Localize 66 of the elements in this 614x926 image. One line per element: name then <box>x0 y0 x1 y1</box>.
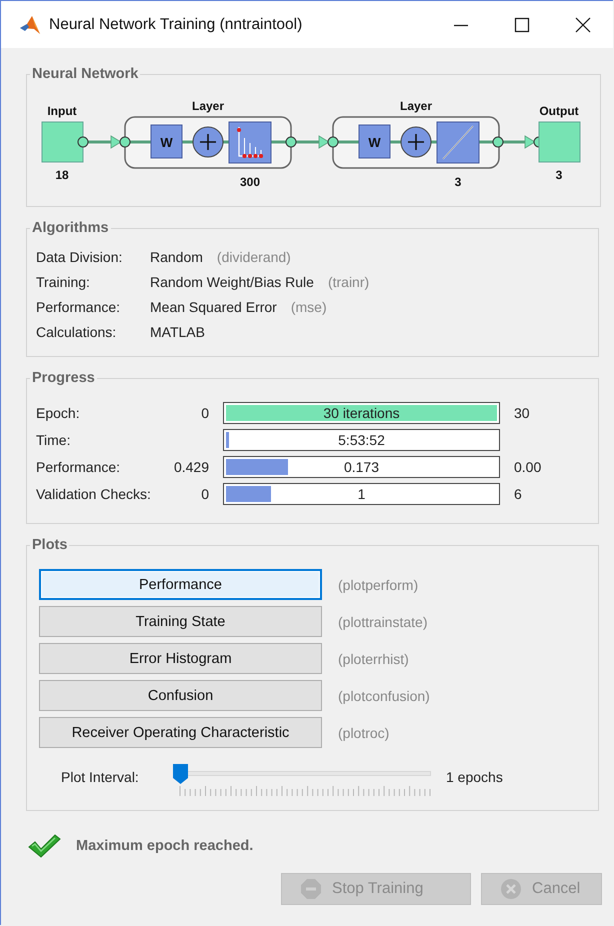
check-icon <box>27 833 61 859</box>
slider-thumb[interactable] <box>173 764 188 784</box>
input-node <box>42 122 84 162</box>
output-node <box>538 122 580 162</box>
layer-size: 3 <box>454 175 462 189</box>
group-title: Algorithms <box>31 220 110 236</box>
field-value: Random <box>150 249 203 265</box>
slider-reading: 1 epochs <box>446 769 503 785</box>
close-icon[interactable] <box>574 16 590 32</box>
field-label: Calculations: <box>36 323 118 342</box>
logo-icon <box>19 14 41 36</box>
status-message: Maximum epoch reached. <box>76 838 254 854</box>
field-label: Training: <box>36 273 91 292</box>
progress-value: 30 iterations <box>323 405 400 421</box>
group-title: Progress <box>31 370 96 386</box>
cancel-icon <box>500 878 522 900</box>
progress-value: 5:53:52 <box>338 432 385 448</box>
end-value: 0.00 <box>513 459 542 475</box>
progress-value: 0.173 <box>344 459 380 475</box>
group-title: Neural Network <box>31 66 140 82</box>
window-title: Neural Network Training (nntraintool) <box>49 16 304 34</box>
weight-block: W <box>150 124 182 158</box>
progress-label: Time: <box>36 432 72 448</box>
end-value: 6 <box>513 486 523 502</box>
plot-button[interactable]: Receiver Operating Characteristic <box>39 717 322 748</box>
function-name: (plottrainstate) <box>338 614 428 630</box>
output-size: 3 <box>556 168 562 182</box>
sum-icon <box>192 126 224 158</box>
plot-button[interactable]: Training State <box>39 606 322 637</box>
plot-button[interactable]: Performance <box>39 569 322 600</box>
input-label: Input <box>47 104 77 118</box>
progress-value: 1 <box>358 486 366 502</box>
field-label: Data Division: <box>36 248 124 267</box>
sum-icon <box>400 126 432 158</box>
input-size: 18 <box>55 168 69 182</box>
start-value: 0 <box>200 405 210 421</box>
field-value: Mean Squared Error <box>150 299 277 315</box>
maximize-icon[interactable] <box>514 16 530 32</box>
function-name: (trainr) <box>328 274 370 290</box>
function-name: (plotconfusion) <box>338 688 430 704</box>
progress-label: Validation Checks: <box>36 486 152 502</box>
plot-button[interactable]: Confusion <box>39 680 322 711</box>
progress-label: Epoch: <box>36 405 81 421</box>
slider-label: Plot Interval: <box>61 769 140 785</box>
function-name: (ploterrhist) <box>338 650 409 666</box>
layer-label: Layer <box>192 99 224 113</box>
output-label: Output <box>539 104 579 118</box>
transfer-function-icon <box>436 122 480 164</box>
layer-size: 300 <box>240 175 260 189</box>
layer-label: Layer <box>400 99 432 113</box>
function-name: (plotperform) <box>338 576 418 592</box>
start-value: 0 <box>200 486 210 502</box>
field-value: MATLAB <box>150 324 205 340</box>
stop-icon <box>300 878 322 900</box>
field-value: Random Weight/Bias Rule <box>150 274 314 290</box>
function-name: (plotroc) <box>338 724 390 740</box>
start-value: 0.429 <box>172 459 210 475</box>
function-name: (mse) <box>290 299 327 315</box>
function-name: (dividerand) <box>216 249 291 265</box>
plot-button[interactable]: Error Histogram <box>39 643 322 674</box>
weight-block: W <box>358 124 390 158</box>
field-label: Performance: <box>36 298 122 317</box>
end-value: 30 <box>513 405 531 421</box>
progress-label: Performance: <box>36 459 122 475</box>
transfer-function-icon <box>228 122 272 164</box>
group-title: Plots <box>31 537 68 553</box>
